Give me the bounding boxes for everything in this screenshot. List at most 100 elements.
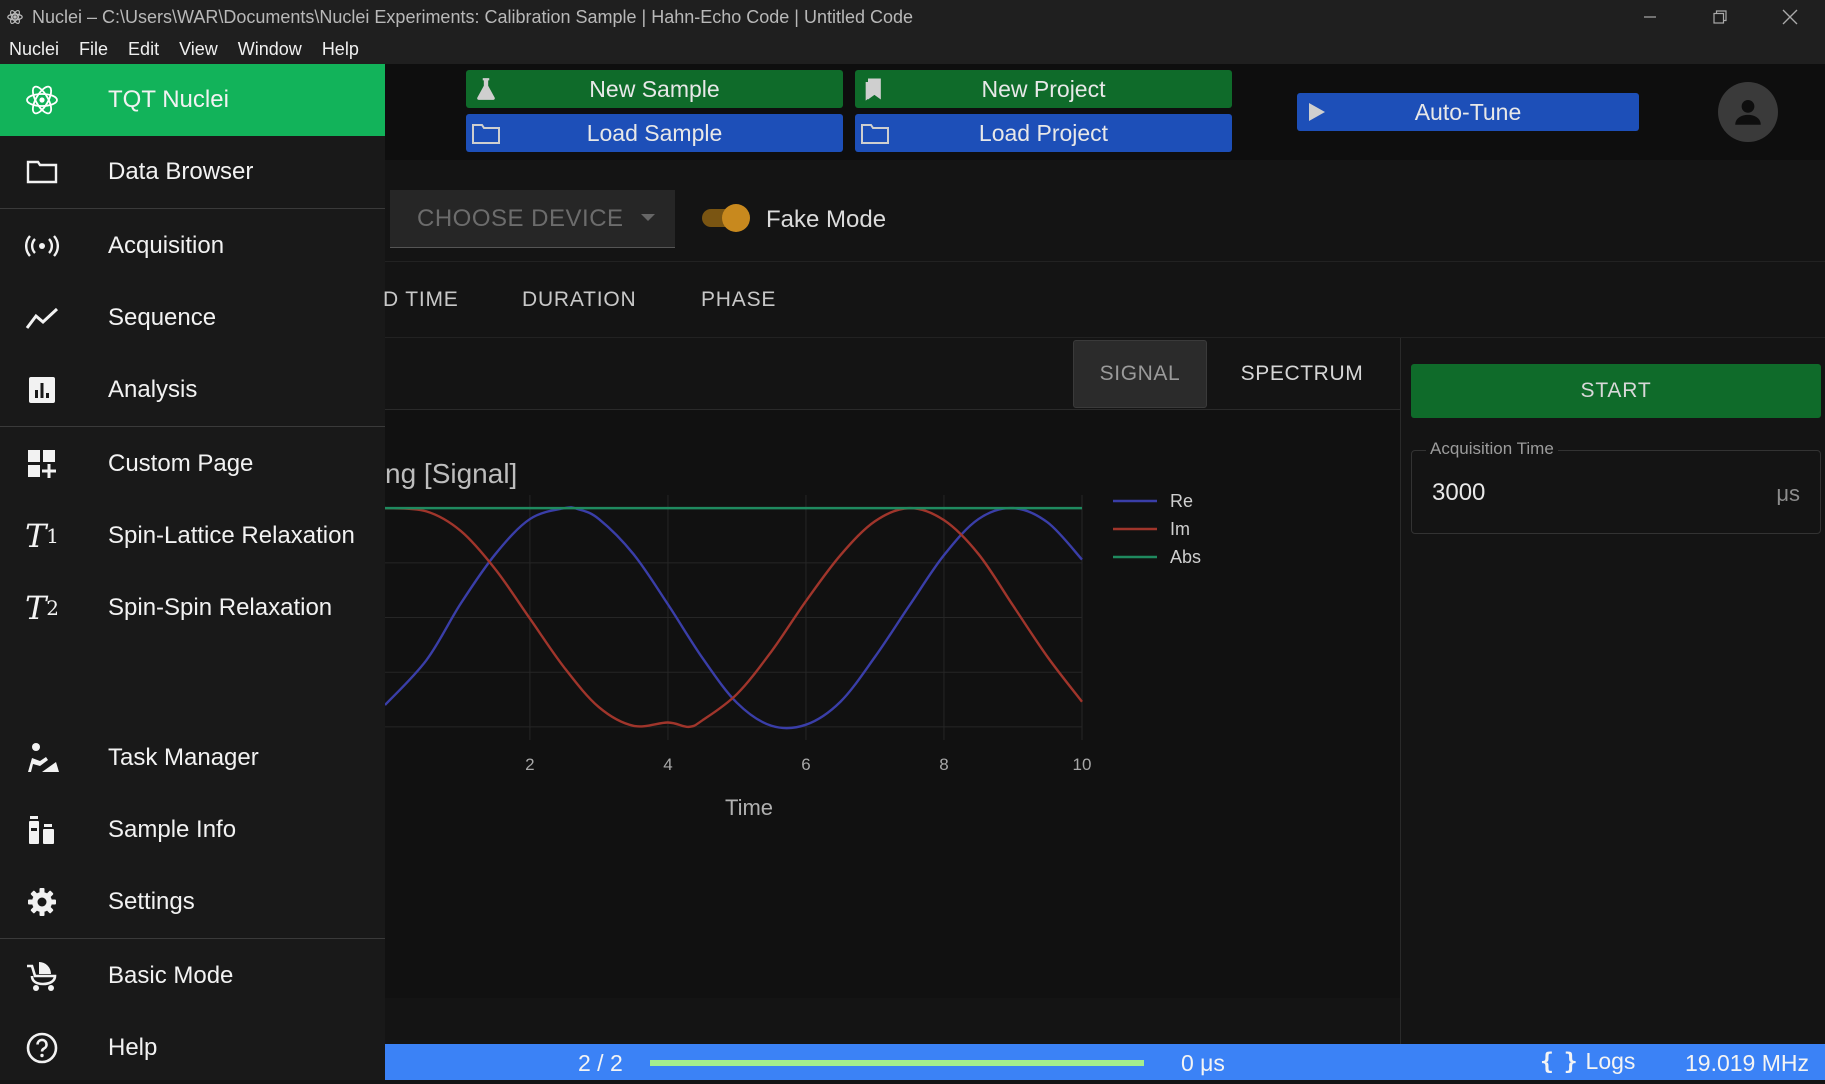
sidebar-divider (0, 938, 385, 939)
load-project-label: Load Project (978, 119, 1109, 146)
device-row: CHOOSE DEVICE Fake Mode (385, 160, 1825, 262)
toggle-knob (722, 204, 750, 232)
window-title: Nuclei – C:\Users\WAR\Documents\Nuclei E… (32, 6, 914, 27)
menu-help[interactable]: Help (322, 39, 359, 60)
play-icon (1309, 103, 1325, 121)
fake-mode-toggle[interactable] (698, 202, 752, 234)
sidebar-item-label: Custom Page (108, 450, 254, 477)
control-panel: START Acquisition Time 3000 μs (1400, 338, 1825, 1044)
sidebar: TQT Nuclei Data Browser Acquisition Sequ… (0, 64, 385, 1080)
sidebar-item-label: Spin-Lattice Relaxation (108, 522, 355, 549)
sidebar-item-basic-mode[interactable]: Basic Mode (0, 940, 385, 1012)
menu-file[interactable]: File (79, 39, 108, 60)
legend-label-abs: Abs (1170, 547, 1201, 567)
restore-button[interactable] (1685, 0, 1755, 34)
title-bar: Nuclei – C:\Users\WAR\Documents\Nuclei E… (0, 0, 1825, 34)
new-project-button[interactable]: New Project (855, 70, 1232, 108)
start-button[interactable]: START (1411, 364, 1821, 418)
t2-icon: T2 (24, 589, 60, 627)
x-tick-label: 4 (663, 755, 672, 774)
menu-edit[interactable]: Edit (128, 39, 159, 60)
device-select[interactable]: CHOOSE DEVICE (390, 190, 675, 248)
auto-tune-button[interactable]: Auto-Tune (1297, 93, 1639, 131)
minimize-button[interactable] (1615, 0, 1685, 34)
minimize-icon (1644, 16, 1656, 18)
user-icon (1735, 99, 1761, 125)
sidebar-item-sample-info[interactable]: Sample Info (0, 794, 385, 866)
task-icon (28, 743, 59, 772)
load-project-button[interactable]: Load Project (855, 114, 1232, 152)
status-count: 2 / 2 (578, 1050, 623, 1076)
folder-icon (472, 124, 500, 144)
parameter-tabs: D TIME DURATION PHASE (383, 262, 1825, 338)
acquisition-time-value: 3000 (1432, 479, 1486, 506)
trend-icon (25, 307, 59, 329)
dashboard-add-icon (28, 450, 56, 478)
new-sample-label: New Sample (589, 75, 720, 102)
status-frequency: 19.019 MHz (1685, 1050, 1810, 1076)
sidebar-item-spin-lattice[interactable]: T1 Spin-Lattice Relaxation (0, 500, 385, 572)
progress-bar (650, 1060, 1144, 1066)
sidebar-item-label: Data Browser (108, 158, 254, 185)
progress-fill (650, 1060, 1144, 1066)
sidebar-item-task-manager[interactable]: Task Manager (0, 722, 385, 794)
signal-chart[interactable]: 2 4 6 8 10 Time Re Im Abs (385, 338, 1400, 998)
chart-icon (29, 377, 55, 403)
sidebar-item-tqt-nuclei[interactable]: TQT Nuclei (0, 64, 385, 136)
tab-dead-time[interactable]: D TIME (383, 288, 459, 312)
sidebar-item-label: Spin-Spin Relaxation (108, 594, 333, 621)
bookmarks-icon (865, 78, 881, 101)
atom-icon (26, 85, 58, 115)
x-tick-label: 2 (525, 755, 534, 774)
x-tick-label: 6 (801, 755, 810, 774)
menu-nuclei[interactable]: Nuclei (9, 39, 59, 60)
acquisition-time-unit: μs (1776, 481, 1800, 506)
folder-icon (26, 160, 58, 184)
gear-icon (28, 888, 56, 916)
x-tick-label: 8 (939, 755, 948, 774)
x-tick-label: 10 (1073, 755, 1092, 774)
acquisition-time-label: Acquisition Time (1426, 439, 1558, 459)
close-icon (1782, 9, 1798, 25)
sidebar-item-custom-page[interactable]: Custom Page (0, 428, 385, 500)
sample-icon (29, 816, 54, 844)
sidebar-item-label: Basic Mode (108, 962, 234, 989)
new-sample-button[interactable]: New Sample (466, 70, 843, 108)
x-axis-label: Time (725, 795, 773, 820)
stroller-icon (27, 962, 57, 991)
load-sample-label: Load Sample (586, 119, 723, 146)
braces-icon: { } (1540, 1048, 1578, 1075)
sidebar-item-analysis[interactable]: Analysis (0, 354, 385, 426)
tab-phase[interactable]: PHASE (701, 288, 776, 312)
legend-label-im: Im (1170, 519, 1190, 539)
load-sample-button[interactable]: Load Sample (466, 114, 843, 152)
sidebar-item-label: Sequence (108, 304, 217, 331)
sidebar-item-data-browser[interactable]: Data Browser (0, 136, 385, 208)
sidebar-item-label: Settings (108, 888, 195, 915)
sidebar-divider (0, 208, 385, 209)
restore-icon (1713, 10, 1727, 24)
folder-icon (861, 124, 889, 144)
sidebar-item-label: TQT Nuclei (108, 86, 229, 113)
sidebar-item-label: Help (108, 1034, 158, 1061)
sidebar-item-acquisition[interactable]: Acquisition (0, 210, 385, 282)
menu-window[interactable]: Window (238, 39, 302, 60)
user-avatar-button[interactable] (1718, 82, 1778, 142)
auto-tune-label: Auto-Tune (1414, 98, 1522, 125)
acquisition-time-field[interactable]: Acquisition Time 3000 μs (1411, 439, 1821, 534)
tab-duration[interactable]: DURATION (522, 288, 637, 312)
close-button[interactable] (1755, 0, 1825, 34)
logs-label: Logs (1585, 1048, 1636, 1074)
sidebar-item-label: Task Manager (108, 744, 259, 771)
plot-panel: SIGNAL SPECTRUM ng [Signal] 2 4 6 8 10 Time Re… (385, 338, 1400, 998)
sidebar-divider (0, 426, 385, 427)
logs-button[interactable]: { } Logs (1540, 1048, 1635, 1075)
sidebar-item-settings[interactable]: Settings (0, 866, 385, 938)
sidebar-item-sequence[interactable]: Sequence (0, 282, 385, 354)
fake-mode-label: Fake Mode (766, 206, 887, 233)
sidebar-item-help[interactable]: Help (0, 1012, 385, 1084)
new-project-label: New Project (981, 75, 1106, 102)
sidebar-item-spin-spin[interactable]: T2 Spin-Spin Relaxation (0, 572, 385, 644)
menu-view[interactable]: View (179, 39, 218, 60)
broadcast-icon (25, 235, 59, 257)
